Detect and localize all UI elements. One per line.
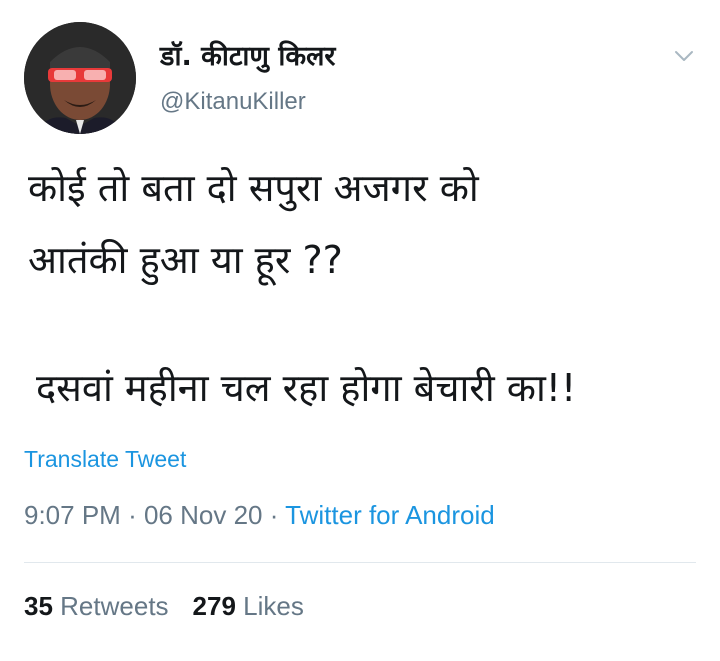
avatar-image bbox=[24, 22, 136, 134]
translate-tweet-link[interactable]: Translate Tweet bbox=[24, 446, 186, 473]
tweet-text-line: दसवां महीना चल रहा होगा बेचारी का!! bbox=[36, 366, 577, 410]
retweets-stat[interactable]: 35 Retweets bbox=[24, 591, 169, 621]
likes-stat[interactable]: 279 Likes bbox=[193, 591, 304, 621]
retweets-label: Retweets bbox=[60, 591, 169, 621]
likes-label: Likes bbox=[243, 591, 304, 621]
meta-separator: · bbox=[128, 500, 137, 530]
tweet-source-link[interactable]: Twitter for Android bbox=[285, 500, 495, 530]
tweet-text-line: कोई तो बता दो सपुरा अजगर को bbox=[28, 166, 479, 210]
tweet-text-line: आतंकी हुआ या हूर ?? bbox=[28, 238, 343, 282]
tweet-date[interactable]: 06 Nov 20 bbox=[144, 500, 263, 530]
retweets-count: 35 bbox=[24, 591, 53, 621]
author-display-name[interactable]: डॉ. कीटाणु किलर bbox=[160, 36, 335, 73]
tweet-stats: 35 Retweets 279 Likes bbox=[24, 591, 304, 622]
chevron-down-icon[interactable] bbox=[672, 44, 696, 68]
meta-separator: · bbox=[269, 500, 279, 530]
tweet-metadata: 9:07 PM · 06 Nov 20 · Twitter for Androi… bbox=[24, 500, 495, 531]
avatar[interactable] bbox=[24, 22, 136, 134]
tweet-time[interactable]: 9:07 PM bbox=[24, 500, 121, 530]
tweet-card: डॉ. कीटाणु किलर @KitanuKiller कोई तो बता… bbox=[0, 0, 720, 661]
likes-count: 279 bbox=[192, 591, 236, 621]
author-handle[interactable]: @KitanuKiller bbox=[160, 88, 306, 116]
divider bbox=[24, 562, 696, 563]
